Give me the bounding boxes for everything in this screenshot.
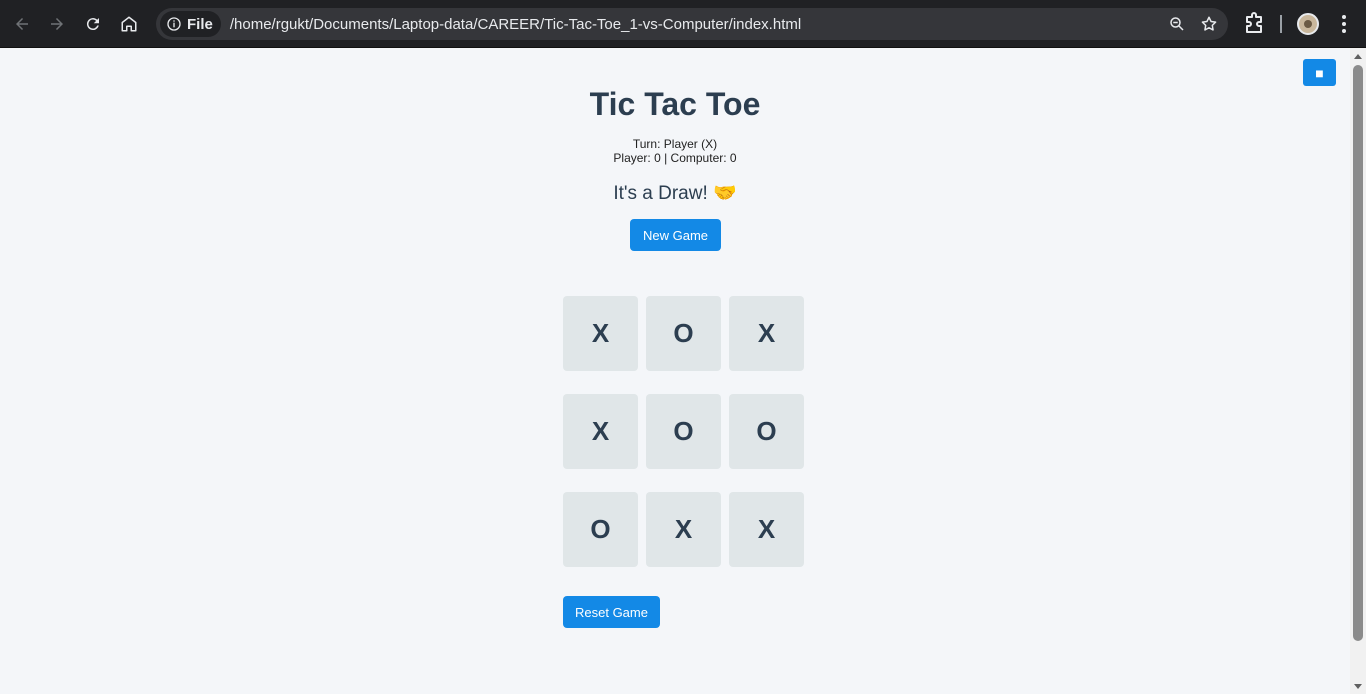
board-cell[interactable]: O: [646, 296, 721, 371]
reload-icon: [86, 18, 99, 31]
board-cell[interactable]: X: [563, 394, 638, 469]
reload-button[interactable]: [77, 8, 109, 40]
file-label: File: [187, 15, 213, 33]
back-button[interactable]: [6, 8, 38, 40]
scroll-down-arrow-icon[interactable]: [1354, 684, 1362, 689]
zoom-icon[interactable]: [1168, 15, 1186, 33]
toolbar-divider: [1280, 15, 1282, 33]
scroll-thumb[interactable]: [1353, 65, 1363, 641]
browser-menu-button[interactable]: [1334, 12, 1354, 36]
profile-avatar[interactable]: [1297, 13, 1319, 35]
reset-game-button[interactable]: Reset Game: [563, 596, 660, 628]
arrow-right-icon: [51, 18, 63, 30]
extensions-puzzle-icon[interactable]: [1242, 12, 1266, 36]
stop-button[interactable]: ■: [1303, 59, 1336, 86]
board-cell[interactable]: X: [729, 492, 804, 567]
board-cell[interactable]: X: [646, 492, 721, 567]
page-title: Tic Tac Toe: [589, 86, 761, 122]
board-cell[interactable]: O: [563, 492, 638, 567]
home-icon: [121, 16, 137, 32]
url-text[interactable]: /home/rgukt/Documents/Laptop-data/CAREER…: [230, 16, 801, 33]
turn-indicator: Turn: Player (X): [632, 137, 718, 151]
board-cell[interactable]: O: [729, 394, 804, 469]
scroll-up-arrow-icon[interactable]: [1354, 54, 1362, 59]
game-status-message: It's a Draw! 🤝: [613, 183, 737, 204]
browser-toolbar: File /home/rgukt/Documents/Laptop-data/C…: [0, 0, 1366, 48]
vertical-scrollbar[interactable]: [1350, 48, 1366, 694]
page-content: ■ Tic Tac Toe Turn: Player (X) Player: 0…: [0, 48, 1350, 694]
site-info-chip[interactable]: File: [160, 11, 221, 37]
board-cell[interactable]: X: [563, 296, 638, 371]
arrow-left-icon: [16, 18, 28, 30]
address-bar[interactable]: File /home/rgukt/Documents/Laptop-data/C…: [156, 8, 1228, 40]
info-icon: [167, 17, 181, 31]
home-button[interactable]: [113, 8, 145, 40]
game-board: X O X X O O O X X: [563, 296, 804, 567]
scoreboard: Player: 0 | Computer: 0: [613, 151, 737, 165]
bookmark-star-icon[interactable]: [1200, 15, 1218, 33]
forward-button[interactable]: [41, 8, 73, 40]
board-cell[interactable]: X: [729, 296, 804, 371]
board-cell[interactable]: O: [646, 394, 721, 469]
new-game-button[interactable]: New Game: [630, 219, 721, 251]
